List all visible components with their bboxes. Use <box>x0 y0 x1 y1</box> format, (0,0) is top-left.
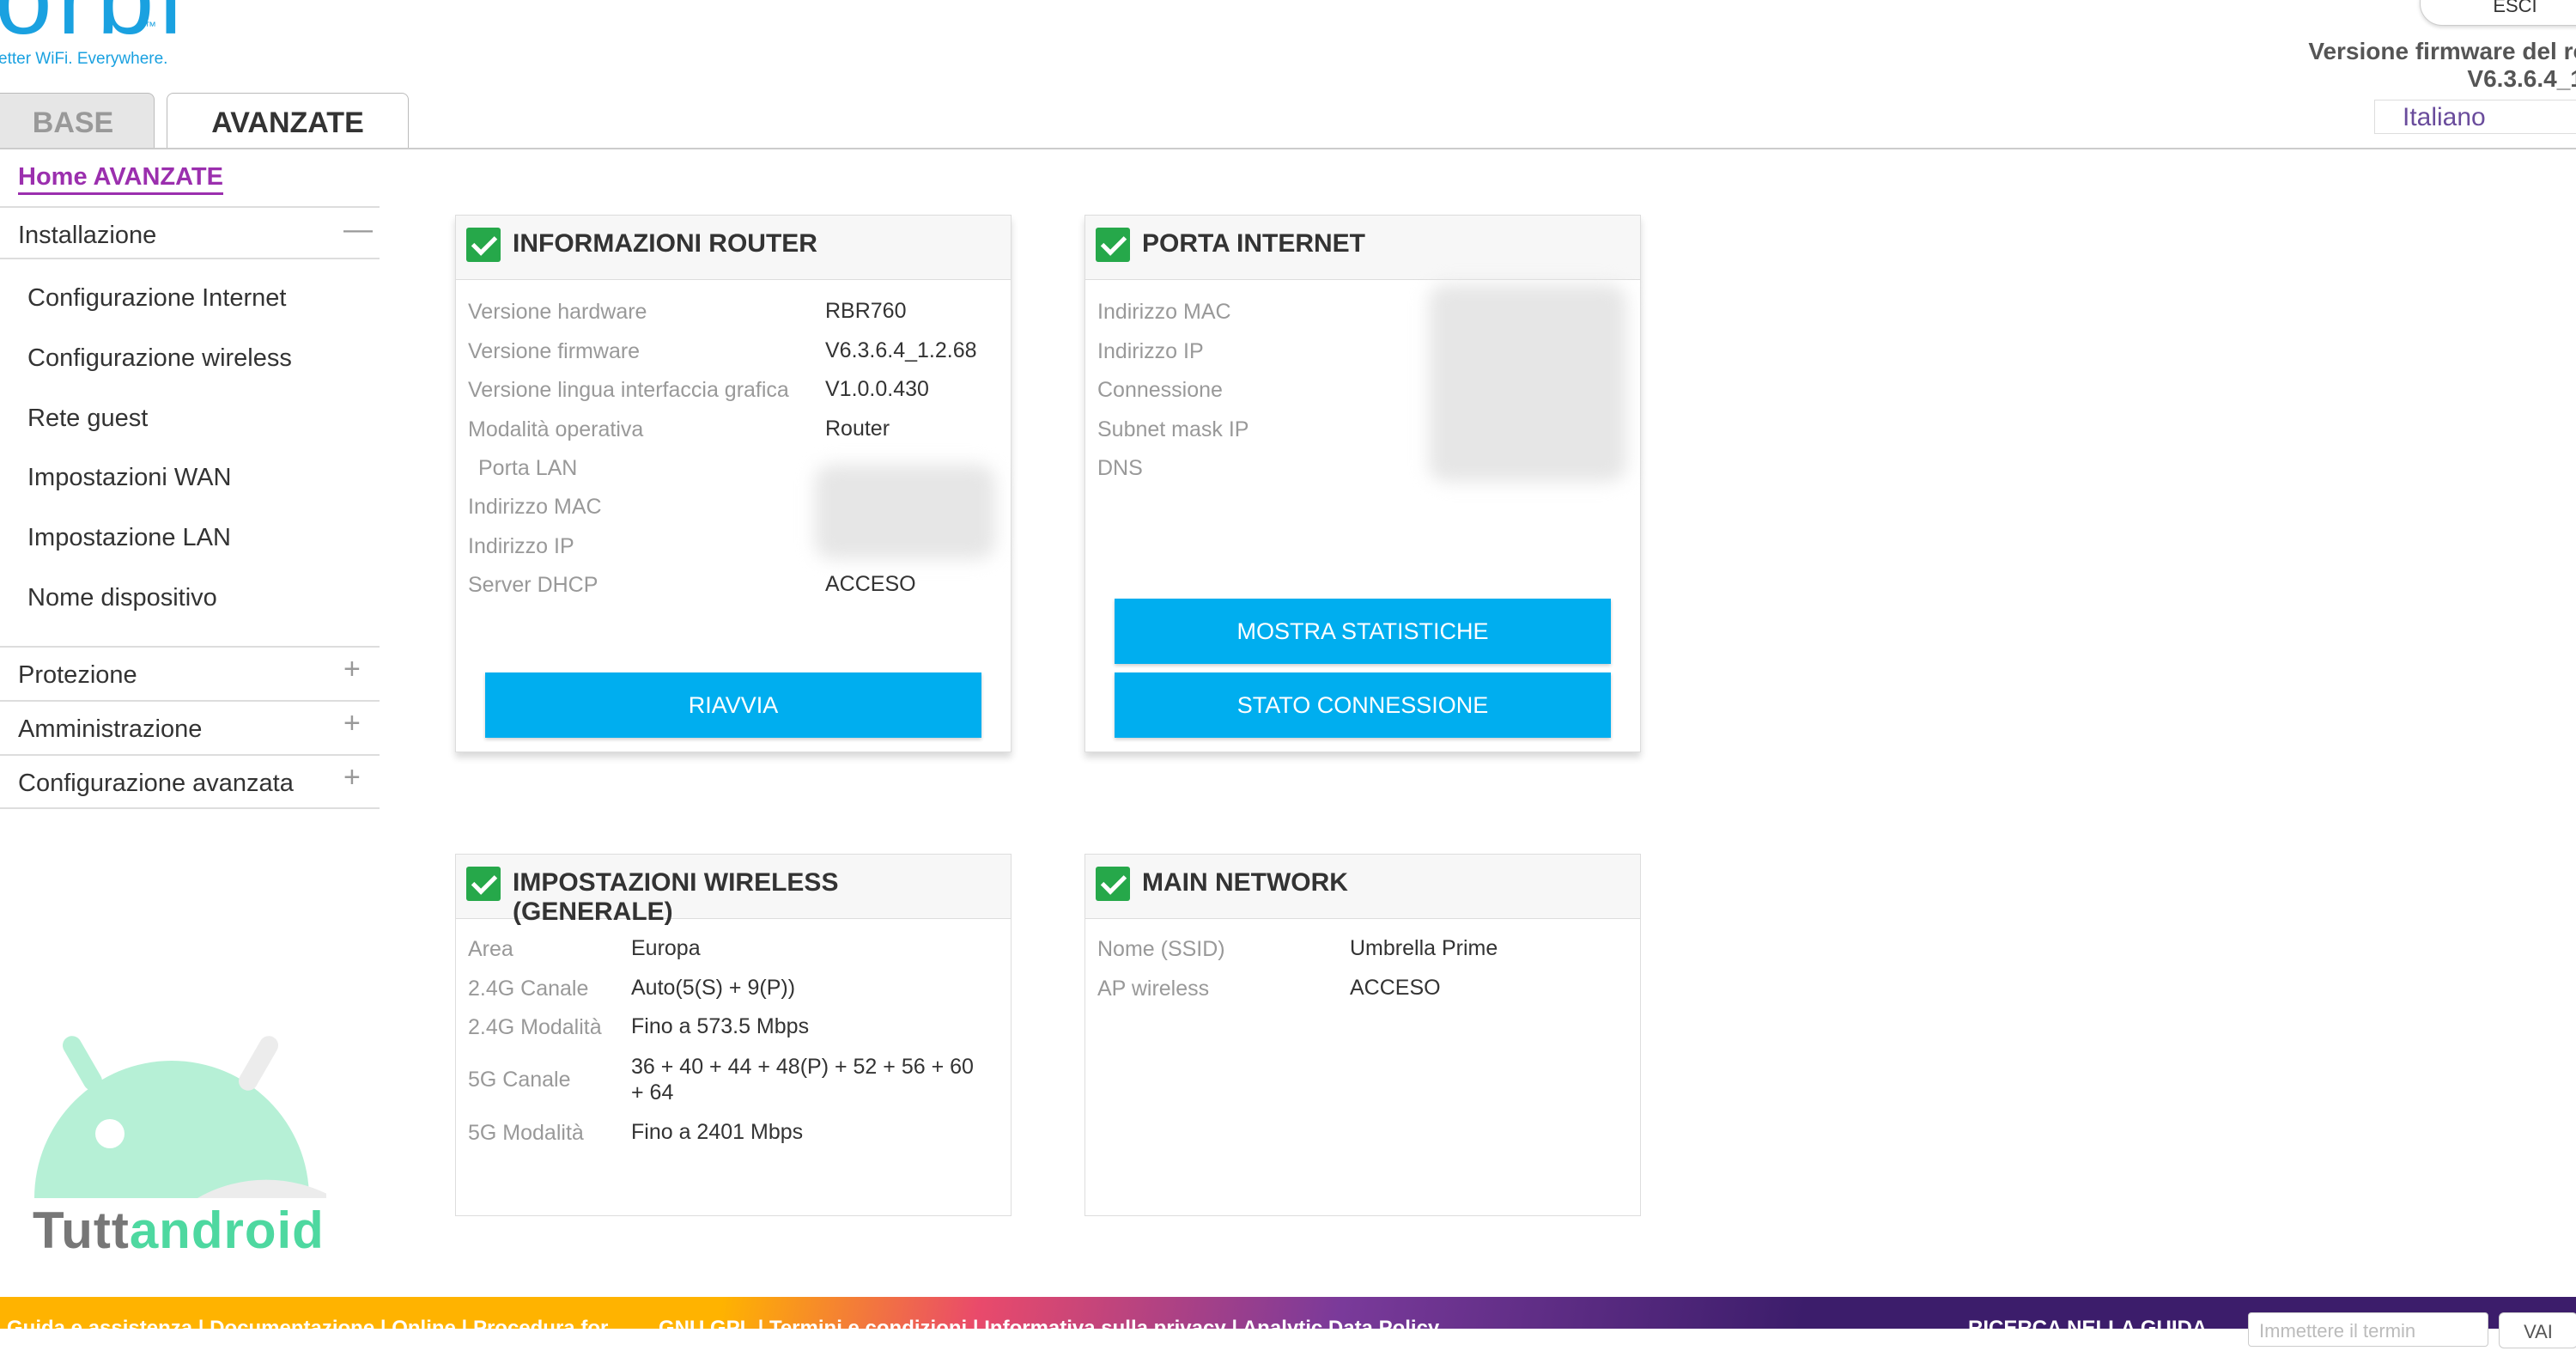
sidebar-group-configurazione-avanzata[interactable]: Configurazione avanzata <box>18 770 294 798</box>
sidebar-group-installazione[interactable]: Installazione <box>18 222 156 250</box>
check-icon <box>466 228 501 262</box>
field-label: Area <box>468 937 513 961</box>
card-header: INFORMAZIONI ROUTER <box>456 216 1011 280</box>
expand-icon[interactable]: + <box>343 761 361 794</box>
card-title-line1: IMPOSTAZIONI WIRELESS <box>513 868 839 897</box>
language-select[interactable]: Italiano <box>2374 100 2576 134</box>
sidebar-divider <box>0 258 380 259</box>
field-label: Server DHCP <box>468 573 598 597</box>
watermark-part1: Tutt <box>33 1202 130 1259</box>
check-icon <box>466 867 501 901</box>
sidebar-item-impostazioni-wan[interactable]: Impostazioni WAN <box>27 464 231 492</box>
field-value: ACCESO <box>1350 976 1441 1000</box>
field-value: V1.0.0.430 <box>825 377 929 401</box>
check-icon <box>1096 228 1130 262</box>
blurred-value <box>815 465 995 559</box>
sidebar-item-configurazione-wireless[interactable]: Configurazione wireless <box>27 344 292 373</box>
field-label: Indirizzo IP <box>1097 339 1204 363</box>
expand-icon[interactable]: + <box>343 653 361 686</box>
sidebar-divider <box>0 700 380 702</box>
sidebar-divider <box>0 646 380 648</box>
blurred-value <box>1429 284 1626 482</box>
expand-icon[interactable]: + <box>343 707 361 740</box>
footer-links[interactable]: Guida e assistenza | Documentazione | On… <box>7 1317 1439 1341</box>
brand-logo: orbi <box>0 0 187 50</box>
field-label: Indirizzo IP <box>468 534 574 558</box>
card-title: IMPOSTAZIONI WIRELESS (GENERALE) <box>513 868 838 927</box>
field-value: RBR760 <box>825 299 907 323</box>
reboot-button[interactable]: RIAVVIA <box>485 672 981 738</box>
check-icon <box>1096 867 1130 901</box>
field-value: Fino a 2401 Mbps <box>631 1120 804 1144</box>
main-network-card: MAIN NETWORK Nome (SSID) Umbrella Prime … <box>1084 854 1641 1216</box>
wireless-settings-card: IMPOSTAZIONI WIRELESS (GENERALE) Area Eu… <box>455 854 1012 1216</box>
card-title: MAIN NETWORK <box>1142 868 1348 897</box>
sidebar-item-impostazione-lan[interactable]: Impostazione LAN <box>27 524 231 552</box>
card-header: PORTA INTERNET <box>1085 216 1640 280</box>
help-search-input[interactable]: Immettere il termin <box>2248 1312 2488 1347</box>
field-label: AP wireless <box>1097 977 1210 1001</box>
field-value: Fino a 573.5 Mbps <box>631 1014 810 1038</box>
field-label: 2.4G Canale <box>468 977 589 1001</box>
field-label: 5G Modalità <box>468 1121 584 1145</box>
field-label: Indirizzo MAC <box>1097 300 1231 324</box>
watermark-part2: android <box>129 1202 325 1259</box>
field-label: 5G Canale <box>468 1068 571 1092</box>
watermark-logo: Tuttandroid <box>33 1201 325 1260</box>
field-label: Modalità operativa <box>468 417 644 441</box>
field-label: Connessione <box>1097 378 1223 402</box>
field-value: Umbrella Prime <box>1350 936 1498 960</box>
firmware-label: Versione firmware del rout <box>2308 38 2576 64</box>
brand-trademark: ™ <box>144 19 156 33</box>
brand-tagline: etter WiFi. Everywhere. <box>0 50 168 68</box>
internet-port-card: PORTA INTERNET Indirizzo MAC Indirizzo I… <box>1084 215 1641 752</box>
field-label: Subnet mask IP <box>1097 417 1249 441</box>
card-title-line2: (GENERALE) <box>513 898 673 926</box>
field-value: Auto(5(S) + 9(P)) <box>631 976 796 1000</box>
field-value-continued: + 64 <box>631 1080 674 1105</box>
sidebar-divider <box>0 206 380 208</box>
connection-status-button[interactable]: STATO CONNESSIONE <box>1115 672 1611 738</box>
field-label: DNS <box>1097 456 1143 480</box>
field-label: 2.4G Modalità <box>468 1015 602 1039</box>
card-title: PORTA INTERNET <box>1142 229 1365 258</box>
router-info-card: INFORMAZIONI ROUTER Versione hardware RB… <box>455 215 1012 752</box>
collapse-icon[interactable]: — <box>343 213 373 246</box>
field-value: V6.3.6.4_1.2.68 <box>825 338 977 362</box>
field-value: 36 + 40 + 44 + 48(P) + 52 + 56 + 60 <box>631 1055 974 1079</box>
field-label: Versione hardware <box>468 300 647 324</box>
field-label: Nome (SSID) <box>1097 937 1225 961</box>
sidebar-item-rete-guest[interactable]: Rete guest <box>27 405 148 433</box>
field-value: Europa <box>631 936 701 960</box>
card-title: INFORMAZIONI ROUTER <box>513 229 817 258</box>
sidebar-group-amministrazione[interactable]: Amministrazione <box>18 715 202 744</box>
field-label: Versione firmware <box>468 339 641 363</box>
help-search-label: RICERCA NELLA GUIDA <box>1968 1317 2208 1340</box>
tab-advanced[interactable]: AVANZATE <box>167 93 409 149</box>
card-header: IMPOSTAZIONI WIRELESS (GENERALE) <box>456 855 1011 926</box>
android-logo-icon <box>34 1036 326 1198</box>
show-statistics-button[interactable]: MOSTRA STATISTICHE <box>1115 599 1611 664</box>
tab-base[interactable]: BASE <box>0 93 155 148</box>
sidebar-item-nome-dispositivo[interactable]: Nome dispositivo <box>27 584 217 612</box>
logout-button[interactable]: ESCI <box>2420 0 2576 26</box>
field-label: Porta LAN <box>478 456 578 480</box>
firmware-value: V6.3.6.4_1.2. <box>2467 65 2576 92</box>
header-divider <box>0 148 2576 149</box>
firmware-version-header: Versione firmware del rout V6.3.6.4_1.2. <box>2308 38 2576 93</box>
sidebar-divider <box>0 754 380 756</box>
field-value: ACCESO <box>825 572 916 596</box>
home-advanced-link[interactable]: Home AVANZATE <box>18 161 223 195</box>
field-label: Versione lingua interfaccia grafica <box>468 378 789 402</box>
field-label: Indirizzo MAC <box>468 495 602 519</box>
help-search-go-button[interactable]: VAI <box>2499 1312 2576 1348</box>
card-header: MAIN NETWORK <box>1085 855 1640 919</box>
sidebar-group-protezione[interactable]: Protezione <box>18 661 137 690</box>
field-value: Router <box>825 417 890 441</box>
sidebar-divider <box>0 807 380 809</box>
sidebar-item-configurazione-internet[interactable]: Configurazione Internet <box>27 284 286 313</box>
